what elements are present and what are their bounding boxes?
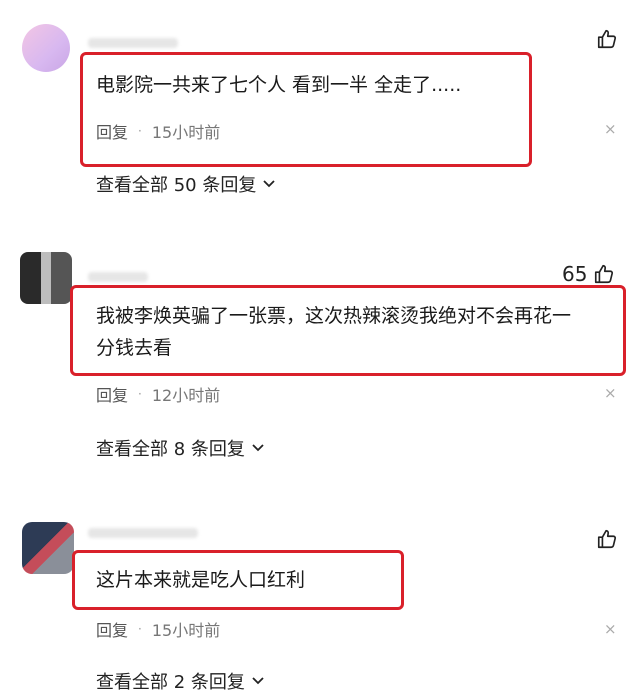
timestamp: 12小时前 [151,386,221,405]
avatar[interactable] [22,522,74,574]
comment-meta: 回复 · 15小时前 [96,119,220,143]
timestamp: 15小时前 [151,621,221,640]
thumbs-up-icon [597,29,617,49]
chevron-down-icon [252,444,264,452]
comment-text: 这片本来就是吃人口红利 [96,569,306,591]
view-replies-label: 查看全部 2 条回复 [96,672,245,693]
separator-dot: · [138,124,142,138]
username-blurred[interactable] [88,272,148,282]
reply-button[interactable]: 回复 [96,119,128,143]
timestamp: 15小时前 [151,123,221,142]
reply-button[interactable]: 回复 [96,617,128,641]
comment-text-line-1: 我被李焕英骗了一张票，这次热辣滚烫我绝对不会再花一 [96,305,572,327]
chevron-down-icon [263,180,275,188]
comment-text: 电影院一共来了七个人 看到一半 全走了..... [96,74,462,96]
comment-text-line-2: 分钱去看 [96,337,173,359]
separator-dot: · [138,387,142,401]
view-replies-button[interactable]: 查看全部 2 条回复 [96,668,265,694]
like-button[interactable] [596,528,618,550]
chevron-down-icon [252,677,264,685]
view-replies-button[interactable]: 查看全部 50 条回复 [96,171,276,197]
username-blurred[interactable] [88,528,198,538]
thumbs-up-icon [597,529,617,549]
avatar[interactable] [20,252,72,304]
comment-meta: 回复 · 15小时前 [96,617,220,641]
comment-meta: 回复 · 12小时前 [96,382,220,406]
like-count: 65 [562,262,588,286]
close-icon[interactable]: × [604,620,617,638]
close-icon[interactable]: × [604,120,617,138]
view-replies-button[interactable]: 查看全部 8 条回复 [96,435,265,461]
view-replies-label: 查看全部 8 条回复 [96,439,245,460]
separator-dot: · [138,622,142,636]
like-button[interactable] [596,28,618,50]
avatar[interactable] [22,24,70,72]
view-replies-label: 查看全部 50 条回复 [96,175,257,196]
like-button[interactable]: 65 [562,262,615,286]
comment-1: 电影院一共来了七个人 看到一半 全走了..... 回复 · 15小时前 × 查看… [0,0,640,210]
reply-button[interactable]: 回复 [96,382,128,406]
username-blurred[interactable] [88,38,178,48]
thumbs-up-icon [595,264,614,284]
close-icon[interactable]: × [604,384,617,402]
